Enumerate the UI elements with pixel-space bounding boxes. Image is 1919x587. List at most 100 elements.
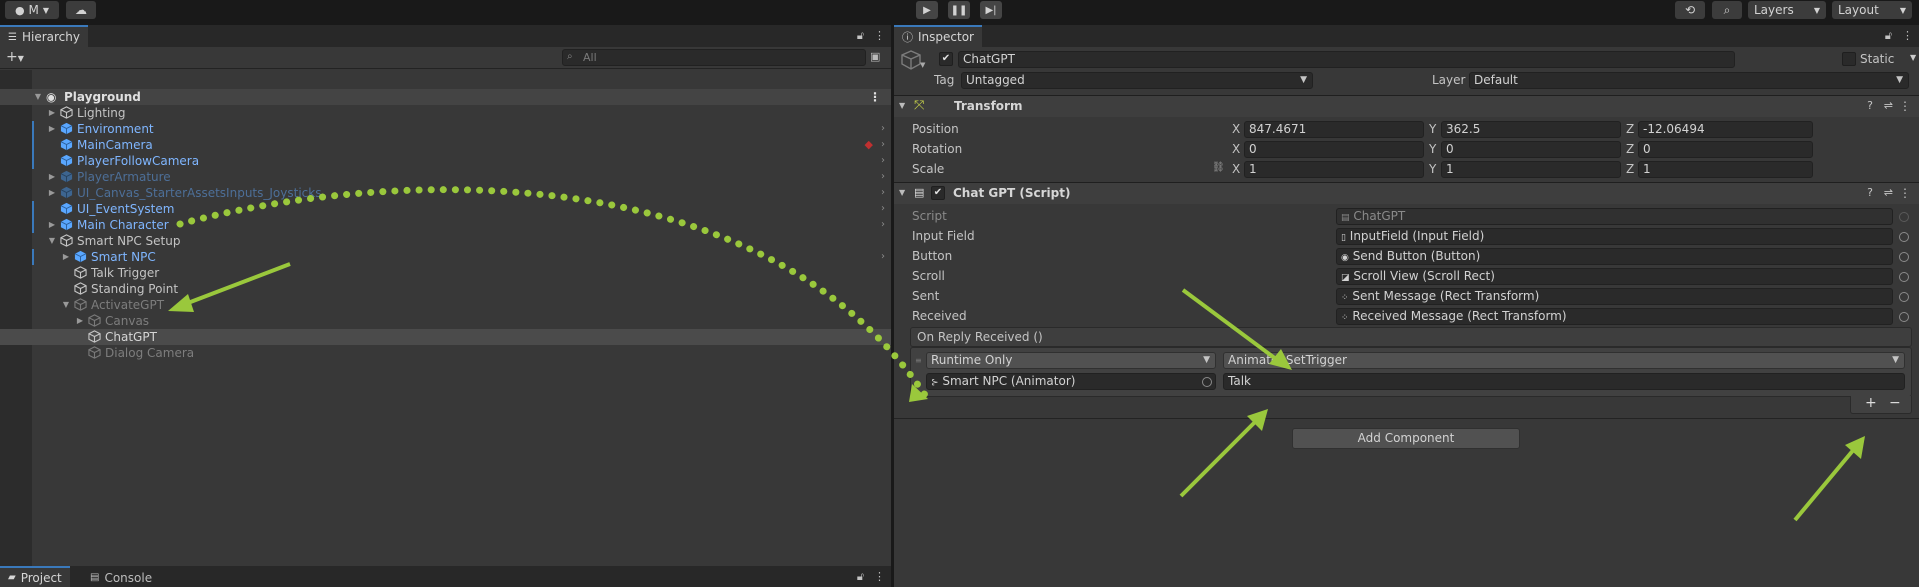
- add-component-button[interactable]: Add Component: [1292, 428, 1520, 449]
- preset-icon[interactable]: ⇌: [1884, 99, 1893, 112]
- chevron-right-icon[interactable]: ›: [881, 201, 885, 217]
- account-dropdown[interactable]: ● M ▼: [5, 1, 59, 19]
- runtime-mode-dropdown[interactable]: Runtime Only ▼: [926, 352, 1216, 369]
- help-icon[interactable]: ?: [1867, 186, 1873, 199]
- layers-dropdown[interactable]: Layers ▼: [1748, 1, 1826, 19]
- object-picker-icon[interactable]: [1899, 292, 1909, 302]
- chevron-right-icon[interactable]: ›: [881, 185, 885, 201]
- list-item[interactable]: ▼ ActivateGPT: [0, 297, 891, 313]
- foldout-arrow-icon[interactable]: ▼: [899, 101, 905, 110]
- help-icon[interactable]: ?: [1867, 99, 1873, 112]
- button-reference[interactable]: ◉ Send Button (Button): [1336, 248, 1893, 265]
- more-icon[interactable]: ⋮: [1899, 186, 1911, 200]
- expand-arrow-icon[interactable]: ▶: [47, 105, 57, 121]
- remove-listener-button[interactable]: −: [1889, 395, 1901, 411]
- list-item[interactable]: Dialog Camera: [0, 345, 891, 361]
- expand-arrow-icon[interactable]: ▶: [47, 169, 57, 185]
- object-picker-icon[interactable]: [1202, 377, 1212, 387]
- lock-icon[interactable]: 🔓︎: [857, 570, 864, 584]
- chevron-right-icon[interactable]: ›: [881, 153, 885, 169]
- list-item[interactable]: ▶ Canvas: [0, 313, 891, 329]
- more-icon[interactable]: ⋮: [1899, 99, 1911, 113]
- transform-header[interactable]: ▼ ⤧ Transform ? ⇌ ⋮: [894, 95, 1919, 117]
- more-icon[interactable]: ⋮: [869, 89, 881, 105]
- tab-project[interactable]: ▰ Project: [0, 566, 70, 587]
- chevron-right-icon[interactable]: ›: [881, 137, 885, 153]
- foldout-arrow-icon[interactable]: ▼: [899, 188, 905, 197]
- object-picker-icon[interactable]: [1899, 232, 1909, 242]
- hierarchy-search-input[interactable]: All: [562, 49, 866, 66]
- chatgpt-script-header[interactable]: ▼ ▤ ✔ Chat GPT (Script) ? ⇌ ⋮: [894, 182, 1919, 204]
- received-reference[interactable]: ⁘ Received Message (Rect Transform): [1336, 308, 1893, 325]
- link-icon[interactable]: ⛓: [1212, 162, 1225, 173]
- tab-hierarchy[interactable]: ☰ Hierarchy: [0, 25, 88, 47]
- script-enabled-checkbox[interactable]: ✔: [931, 186, 945, 200]
- list-item[interactable]: MainCamera ◆ ›: [0, 137, 891, 153]
- list-item[interactable]: UI_EventSystem ›: [0, 201, 891, 217]
- list-item[interactable]: Standing Point: [0, 281, 891, 297]
- static-checkbox[interactable]: [1842, 52, 1856, 66]
- chevron-right-icon[interactable]: ›: [881, 169, 885, 185]
- list-item[interactable]: ▶ UI_Canvas_StarterAssetsInputs_Joystick…: [0, 185, 891, 201]
- expand-arrow-icon[interactable]: ▶: [47, 185, 57, 201]
- scroll-reference[interactable]: ◪ Scroll View (Scroll Rect): [1336, 268, 1893, 285]
- event-target-field[interactable]: ⊱ Smart NPC (Animator): [926, 373, 1216, 390]
- list-item[interactable]: ▶ Main Character ›: [0, 217, 891, 233]
- tab-inspector[interactable]: ⓘ Inspector: [894, 25, 982, 47]
- chevron-right-icon[interactable]: ›: [881, 121, 885, 137]
- list-item[interactable]: PlayerFollowCamera ›: [0, 153, 891, 169]
- chevron-down-icon[interactable]: ▼: [1910, 53, 1916, 62]
- layout-dropdown[interactable]: Layout ▼: [1832, 1, 1912, 19]
- preset-icon[interactable]: ⇌: [1884, 186, 1893, 199]
- cloud-button[interactable]: ☁: [66, 1, 96, 19]
- expand-arrow-icon[interactable]: ▼: [33, 89, 43, 105]
- list-item[interactable]: ▶ Environment ›: [0, 121, 891, 137]
- panel-splitter[interactable]: [891, 20, 894, 587]
- rotation-x-field[interactable]: 0: [1244, 141, 1424, 158]
- scale-x-field[interactable]: 1: [1244, 161, 1424, 178]
- list-item[interactable]: ▶ Smart NPC ›: [0, 249, 891, 265]
- expand-arrow-icon[interactable]: ▶: [75, 313, 85, 329]
- chevron-right-icon[interactable]: ›: [881, 249, 885, 265]
- input-field-reference[interactable]: ▯ InputField (Input Field): [1336, 228, 1893, 245]
- list-item[interactable]: ▶ Lighting: [0, 105, 891, 121]
- active-checkbox[interactable]: ✔: [939, 52, 953, 66]
- lock-icon[interactable]: 🔓︎: [1885, 29, 1892, 43]
- list-item[interactable]: ▼ Smart NPC Setup: [0, 233, 891, 249]
- drag-handle-icon[interactable]: ≡: [915, 356, 922, 365]
- list-item[interactable]: Talk Trigger: [0, 265, 891, 281]
- chevron-down-icon[interactable]: ▼: [920, 61, 925, 69]
- more-icon[interactable]: ⋮: [874, 570, 885, 584]
- scale-z-field[interactable]: 1: [1638, 161, 1813, 178]
- expand-arrow-icon[interactable]: ▶: [47, 217, 57, 233]
- chevron-right-icon[interactable]: ›: [881, 217, 885, 233]
- event-argument-field[interactable]: Talk: [1223, 373, 1905, 390]
- position-x-field[interactable]: 847.4671: [1244, 121, 1424, 138]
- lock-icon[interactable]: 🔓︎: [857, 29, 864, 43]
- scene-row[interactable]: ▼ ◉ Playground ⋮: [0, 89, 891, 105]
- more-icon[interactable]: ⋮: [874, 29, 885, 43]
- step-button[interactable]: ▶|: [980, 1, 1002, 19]
- create-button[interactable]: +▼: [6, 49, 24, 65]
- expand-arrow-icon[interactable]: ▼: [47, 233, 57, 249]
- event-function-dropdown[interactable]: Animator.SetTrigger ▼: [1223, 352, 1905, 369]
- object-picker-icon[interactable]: [1899, 312, 1909, 322]
- history-button[interactable]: ⟲: [1675, 1, 1705, 19]
- tab-console[interactable]: ▤ Console: [82, 566, 161, 587]
- tag-dropdown[interactable]: Untagged ▼: [961, 72, 1313, 89]
- play-button[interactable]: ▶: [916, 1, 938, 19]
- object-picker-icon[interactable]: [1899, 272, 1909, 282]
- scale-y-field[interactable]: 1: [1441, 161, 1621, 178]
- expand-arrow-icon[interactable]: ▶: [47, 121, 57, 137]
- position-y-field[interactable]: 362.5: [1441, 121, 1621, 138]
- position-z-field[interactable]: -12.06494: [1638, 121, 1813, 138]
- scene-visibility-icon[interactable]: ▣: [870, 50, 880, 63]
- pause-button[interactable]: ❚❚: [948, 1, 970, 19]
- list-item[interactable]: ▶ PlayerArmature ›: [0, 169, 891, 185]
- object-name-field[interactable]: ChatGPT: [958, 51, 1735, 68]
- rotation-z-field[interactable]: 0: [1638, 141, 1813, 158]
- search-button[interactable]: ⌕: [1712, 1, 1742, 19]
- more-icon[interactable]: ⋮: [1902, 29, 1913, 43]
- layer-dropdown[interactable]: Default ▼: [1469, 72, 1909, 89]
- rotation-y-field[interactable]: 0: [1441, 141, 1621, 158]
